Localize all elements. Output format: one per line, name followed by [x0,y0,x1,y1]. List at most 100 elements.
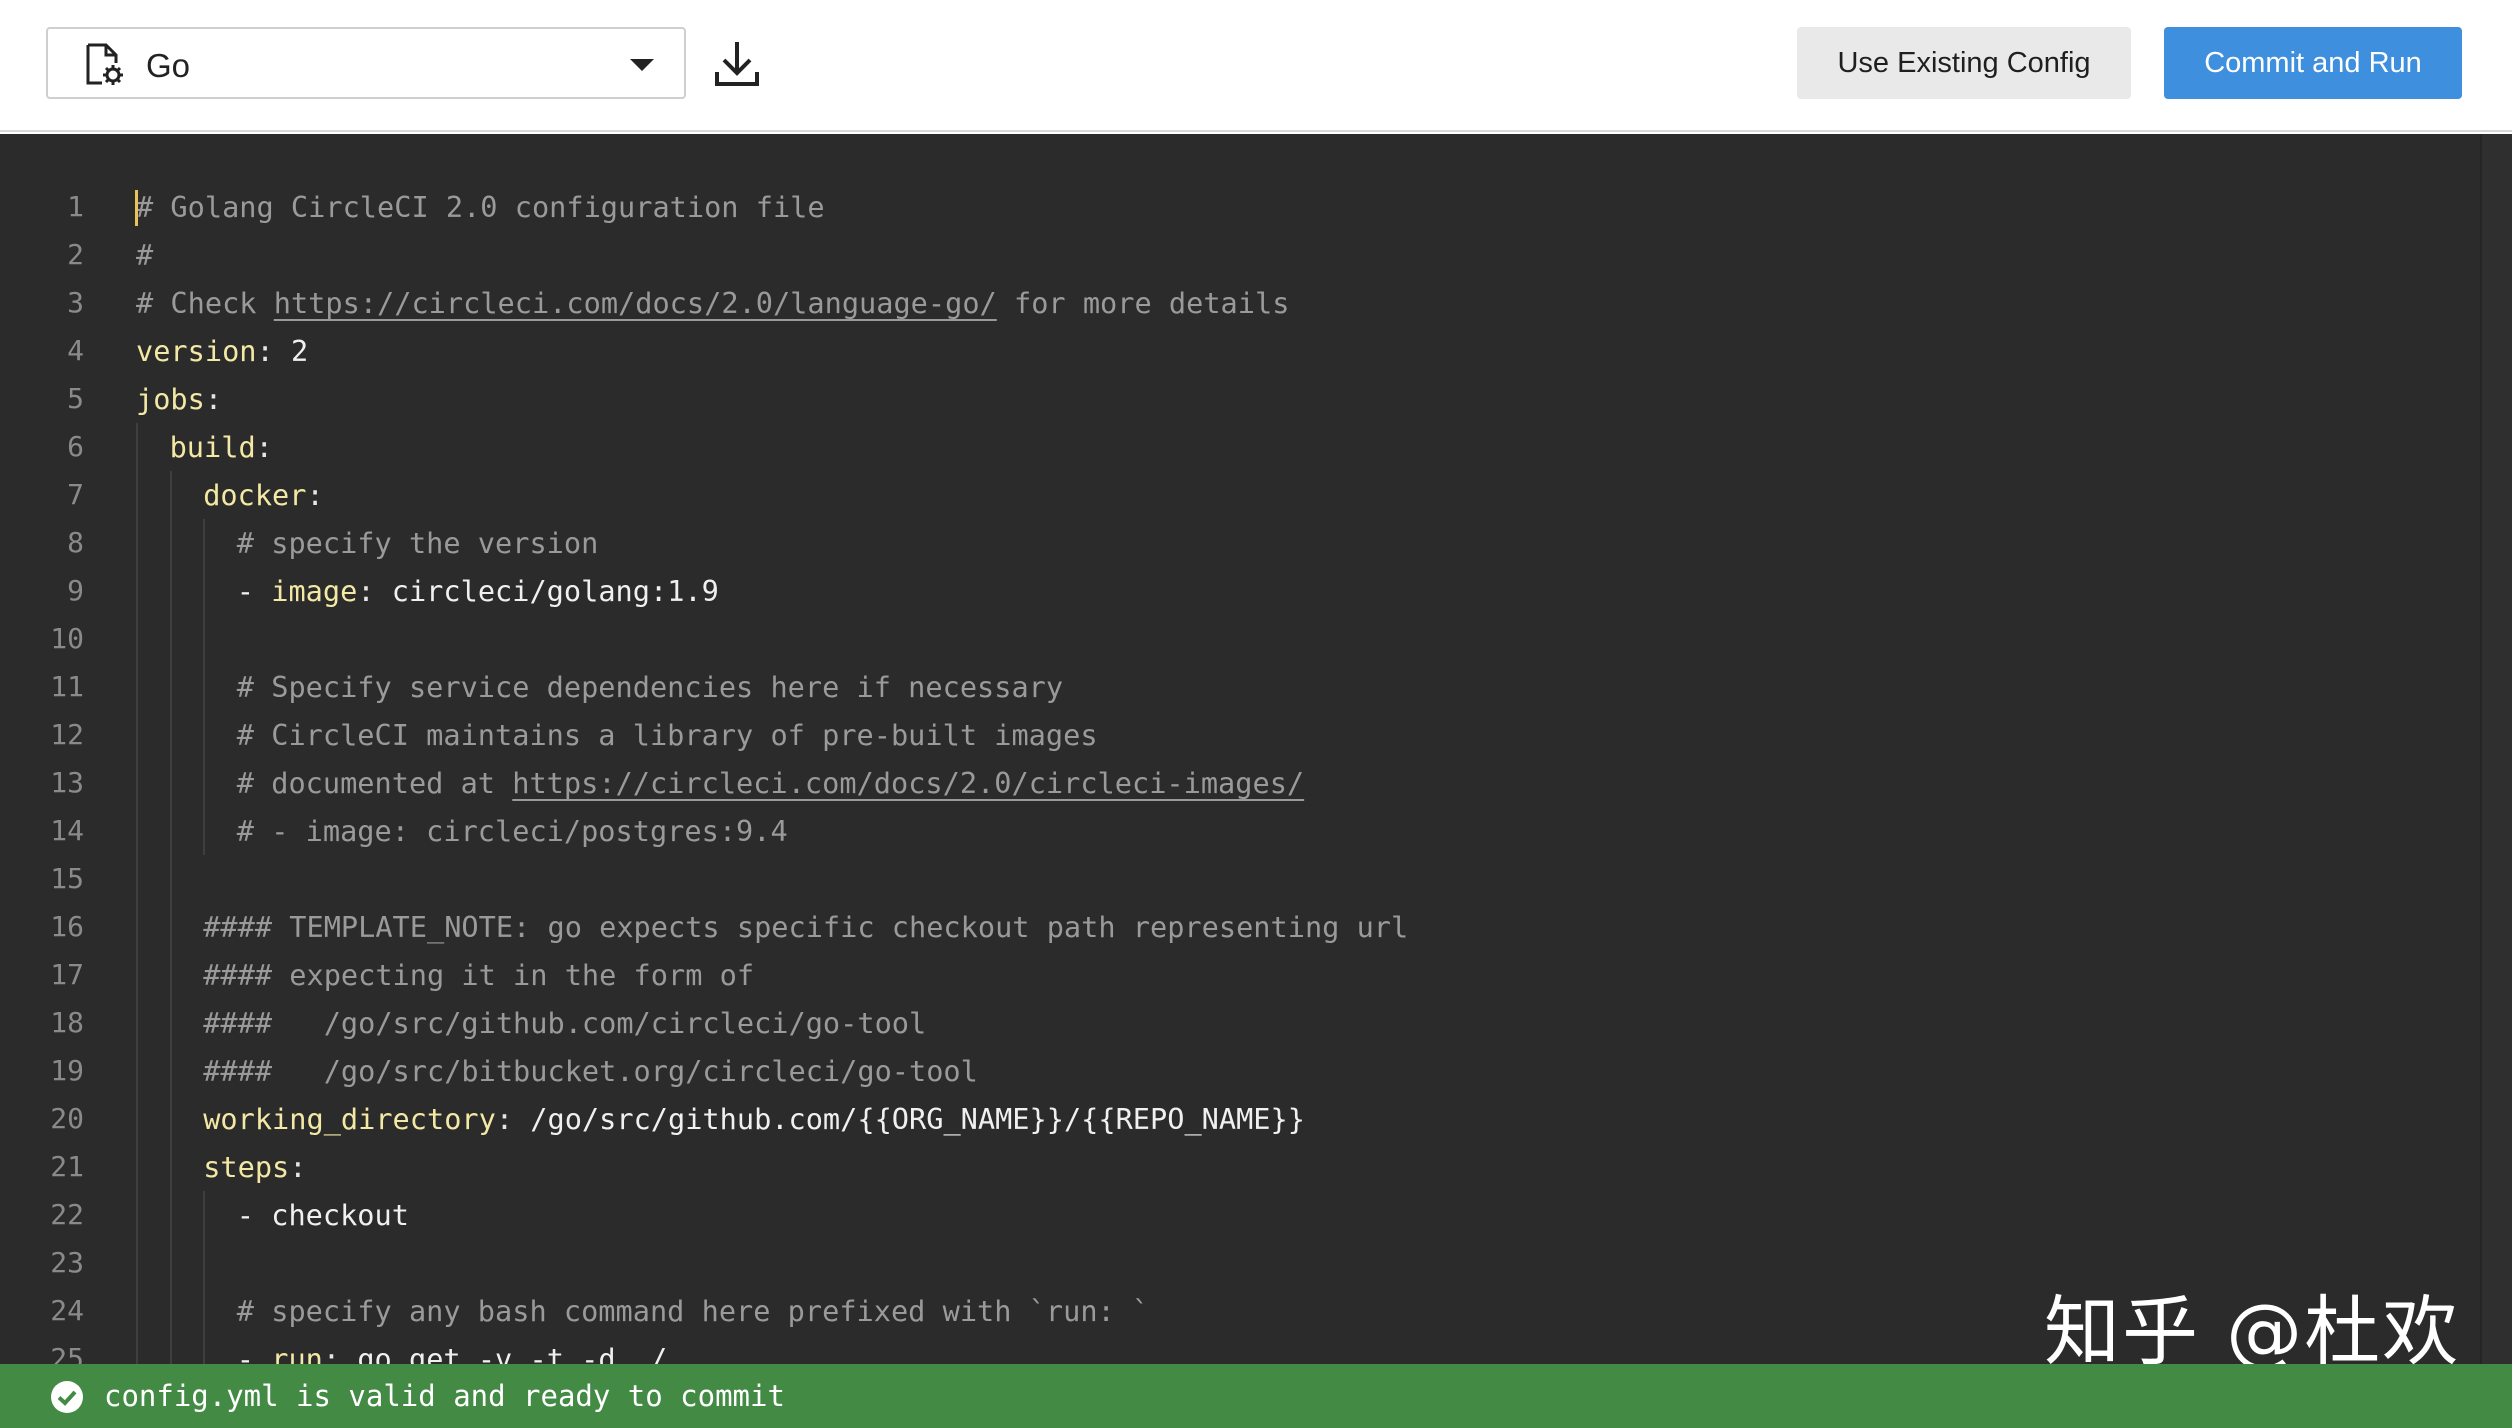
code-line[interactable]: 3 # Check https://circleci.com/docs/2.0/l… [0,279,2470,327]
code-line[interactable]: 14 # - image: circleci/postgres:9.4 [0,807,2470,855]
indent-guide [169,663,172,711]
indent-guide [136,1047,138,1095]
code-token: jobs [136,382,205,416]
code-text: #### /go/src/github.com/circleci/go-tool [203,999,926,1047]
code-token: # - image: circleci/postgres:9.4 [236,814,788,848]
code-token: # documented at [236,766,513,800]
editor-scrollbar[interactable] [2480,134,2512,1364]
code-line[interactable]: 15 [0,855,2470,903]
language-select-value: Go [146,47,191,84]
indent-guide [169,855,172,903]
code-line[interactable]: 10 [0,615,2470,663]
indent-guide [203,567,206,615]
line-number: 3 [67,286,84,319]
code-line[interactable]: 7 docker: [0,471,2470,519]
code-token: : [256,334,291,368]
line-number: 15 [50,862,84,895]
indent-guide [136,807,138,855]
code-line[interactable]: 9 - image: circleci/golang:1.9 [0,567,2470,615]
indent-guide [136,663,138,711]
text-cursor [135,190,138,226]
code-line[interactable]: 22 - checkout [0,1191,2470,1239]
code-text: # documented at https://circleci.com/doc… [237,759,1304,807]
code-line[interactable]: 11 # Specify service dependencies here if… [0,663,2470,711]
line-number: 17 [50,958,84,991]
code-token: : [306,478,324,512]
line-number: 9 [67,574,84,607]
line-number: 8 [67,526,84,559]
code-line[interactable]: 12 # CircleCI maintains a library of pre-… [0,711,2470,759]
indent-guide [136,759,138,807]
code-text: # Golang CircleCI 2.0 configuration file [136,183,825,231]
code-line[interactable]: 16 #### TEMPLATE_NOTE: go expects specifi… [0,903,2470,951]
indent-guide [136,519,138,567]
code-text: - image: circleci/golang:1.9 [237,567,719,615]
line-number: 10 [50,622,84,655]
code-line[interactable]: 18 #### /go/src/github.com/circleci/go-to… [0,999,2470,1047]
code-token: # specify the version [236,526,599,560]
code-token: for more details [996,286,1290,320]
indent-guide [203,1239,206,1287]
indent-guide [169,999,172,1047]
indent-guide [136,1095,138,1143]
code-token: : [289,1150,307,1184]
line-number: 6 [67,430,84,463]
code-line[interactable]: 21 steps: [0,1143,2470,1191]
line-number: 19 [50,1054,84,1087]
toolbar: Go Use Existing Config Commit and Run [0,0,2512,132]
line-number: 24 [50,1294,84,1327]
code-link[interactable]: https://circleci.com/docs/2.0/circleci-i… [512,766,1304,800]
language-select[interactable]: Go [46,27,686,99]
line-number: 23 [50,1246,84,1279]
indent-guide [136,567,138,615]
code-line[interactable]: 20 working_directory: /go/src/github.com/… [0,1095,2470,1143]
status-bar: config.yml is valid and ready to commit [0,1364,2512,1428]
indent-guide [203,519,206,567]
code-line[interactable]: 8 # specify the version [0,519,2470,567]
indent-guide [203,1335,206,1364]
indent-guide [169,1239,172,1287]
use-existing-config-button[interactable]: Use Existing Config [1797,27,2131,99]
code-line[interactable]: 13 # documented at https://circleci.com/d… [0,759,2470,807]
code-line[interactable]: 19 #### /go/src/bitbucket.org/circleci/go… [0,1047,2470,1095]
code-line[interactable]: 17 #### expecting it in the form of [0,951,2470,999]
indent-guide [169,951,172,999]
code-line[interactable]: 2 # [0,231,2470,279]
line-number: 2 [67,238,84,271]
code-text: #### expecting it in the form of [203,951,754,999]
code-editor[interactable]: 1 # Golang CircleCI 2.0 configuration fil… [0,134,2512,1364]
line-number: 14 [50,814,84,847]
code-line[interactable]: 4 version: 2 [0,327,2470,375]
code-token: #### /go/src/bitbucket.org/circleci/go-t… [203,1054,978,1088]
line-number: 1 [67,190,84,223]
code-token: - [236,1342,272,1364]
code-token: : [204,382,223,416]
code-link[interactable]: https://circleci.com/docs/2.0/language-g… [274,286,997,320]
code-token: : [357,574,392,608]
line-number: 16 [50,910,84,943]
indent-guide [136,711,138,759]
indent-guide [169,471,172,519]
commit-and-run-button[interactable]: Commit and Run [2164,27,2462,99]
code-token: image [271,574,358,608]
indent-guide [169,711,172,759]
line-number: 11 [50,670,84,703]
code-token: - checkout [236,1198,409,1232]
indent-guide [203,807,206,855]
code-line[interactable]: 1 # Golang CircleCI 2.0 configuration fil… [0,183,2470,231]
code-text: build: [170,423,273,471]
code-line[interactable]: 5 jobs: [0,375,2470,423]
code-line[interactable]: 6 build: [0,423,2470,471]
indent-guide [136,1239,138,1287]
line-number: 18 [50,1006,84,1039]
code-token: run [271,1342,323,1364]
indent-guide [169,1047,172,1095]
code-token: # Golang CircleCI 2.0 configuration file [136,190,825,224]
code-token: #### /go/src/github.com/circleci/go-tool [203,1006,927,1040]
code-text: jobs: [136,375,222,423]
code-token: version [136,334,257,368]
indent-guide [169,903,172,951]
download-icon[interactable] [712,38,762,90]
code-token: #### TEMPLATE_NOTE: go expects specific … [203,910,1409,944]
code-token: # [136,238,154,272]
